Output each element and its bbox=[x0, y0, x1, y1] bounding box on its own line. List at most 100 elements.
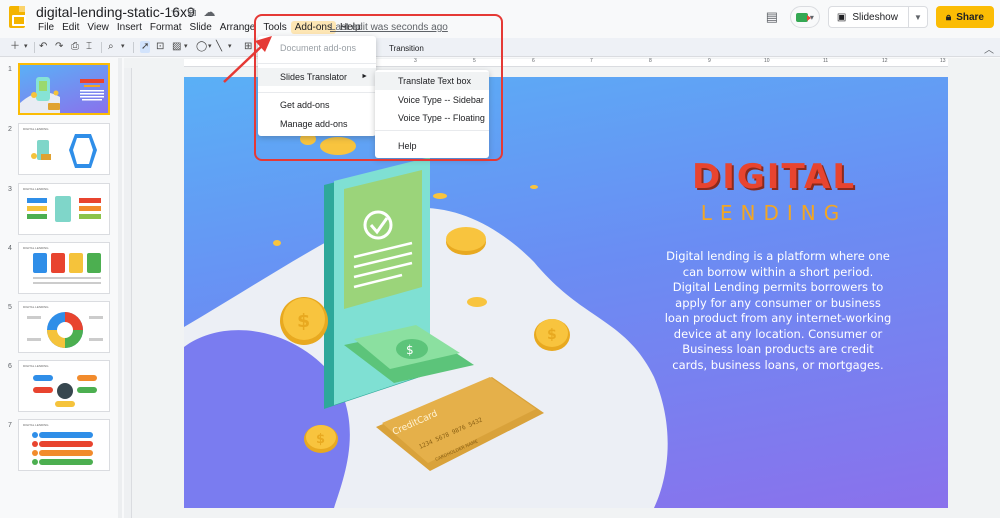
vertical-ruler[interactable] bbox=[124, 68, 132, 518]
menu-item-slides-translator[interactable]: Slides Translator ► bbox=[258, 68, 376, 86]
menu-edit[interactable]: Edit bbox=[58, 21, 83, 34]
money-dollar-text: $ bbox=[406, 343, 414, 357]
slideshow-dropdown-icon[interactable]: ▼ bbox=[909, 13, 927, 22]
coin-dollar-text: $ bbox=[547, 327, 557, 343]
slide-number: 1 bbox=[8, 66, 12, 73]
slide-number: 5 bbox=[8, 304, 12, 311]
menu-view[interactable]: View bbox=[83, 21, 113, 34]
slides-logo-icon[interactable] bbox=[9, 6, 26, 28]
line-icon[interactable]: ╲ bbox=[216, 41, 222, 53]
slide-number: 2 bbox=[8, 126, 12, 133]
comments-icon[interactable]: ▤ bbox=[762, 7, 782, 27]
ruler-tick: 3 bbox=[414, 58, 417, 64]
ruler-tick: 6 bbox=[532, 58, 535, 64]
shape-icon[interactable]: ◯ bbox=[196, 41, 207, 53]
ruler-tick: 7 bbox=[590, 58, 593, 64]
thumbnail-art bbox=[27, 312, 103, 348]
slide-thumbnail[interactable]: DIGITAL LENDING bbox=[18, 301, 110, 353]
shape-dropdown-icon[interactable]: ▾ bbox=[208, 41, 212, 53]
filmstrip-slide[interactable]: 2 DIGITAL LENDING bbox=[0, 122, 122, 180]
filmstrip-slide[interactable]: 3 DIGITAL LENDING bbox=[0, 182, 122, 240]
slide-thumbnail[interactable]: DIGITAL LENDING bbox=[18, 360, 110, 412]
slide-thumbnail[interactable]: DIGITAL LENDING bbox=[18, 123, 110, 175]
print-icon[interactable]: ⎙ bbox=[71, 41, 79, 53]
meet-button[interactable]: ▾ bbox=[789, 6, 820, 28]
menu-divider bbox=[258, 92, 376, 93]
coin-dollar-text: $ bbox=[316, 432, 325, 447]
menu-tools[interactable]: Tools bbox=[259, 21, 290, 34]
menu-item-translate-text-box[interactable]: Translate Text box bbox=[375, 72, 489, 90]
paint-format-icon[interactable]: ⌶ bbox=[86, 41, 92, 53]
filmstrip-slide[interactable]: 7 DIGITAL LENDING bbox=[0, 418, 122, 476]
last-edit-link[interactable]: Last edit was seconds ago bbox=[330, 22, 448, 33]
slide-number: 4 bbox=[8, 245, 12, 252]
meet-camera-icon bbox=[795, 12, 811, 22]
menu-insert[interactable]: Insert bbox=[113, 21, 146, 34]
menu-slide[interactable]: Slide bbox=[186, 21, 216, 34]
slide-thumbnail[interactable]: DIGITAL LENDING bbox=[18, 183, 110, 235]
app-header: digital-lending-static-16x9 ☆ ⧉ ☁ File Edi… bbox=[0, 0, 1000, 38]
filmstrip-scrollbar[interactable] bbox=[118, 58, 122, 518]
cloud-status-icon[interactable]: ☁ bbox=[203, 5, 215, 19]
slide-thumbnail[interactable]: DIGITAL LENDING bbox=[18, 242, 110, 294]
menu-item-help[interactable]: Help bbox=[375, 137, 489, 155]
thumbnail-art bbox=[31, 134, 97, 168]
title-actions: ☆ ⧉ ☁ bbox=[170, 5, 222, 20]
share-button[interactable]: 🔒︎ Share bbox=[935, 6, 994, 28]
menu-item-voice-type-sidebar[interactable]: Voice Type -- Sidebar bbox=[375, 91, 489, 109]
thumbnail-title: DIGITAL LENDING bbox=[23, 127, 49, 131]
line-dropdown-icon[interactable]: ▾ bbox=[228, 41, 232, 53]
menu-arrange[interactable]: Arrange bbox=[216, 21, 260, 34]
redo-icon[interactable]: ↷ bbox=[55, 41, 63, 53]
filmstrip-slide[interactable]: 5 DIGITAL LENDING bbox=[0, 300, 122, 358]
new-slide-dropdown-icon[interactable]: ▾ bbox=[24, 41, 28, 53]
menu-bar: File Edit View Insert Format Slide Arran… bbox=[34, 21, 365, 34]
thumbnail-art bbox=[27, 196, 101, 222]
menu-item-get-add-ons[interactable]: Get add-ons bbox=[258, 96, 376, 114]
ruler-tick: 11 bbox=[823, 58, 829, 64]
slide-title[interactable]: DIGITAL bbox=[674, 157, 874, 197]
slideshow-label: Slideshow bbox=[852, 11, 898, 23]
comment-add-icon[interactable]: ⊞ bbox=[244, 41, 252, 53]
slides-translator-submenu: Translate Text box Voice Type -- Sidebar… bbox=[375, 70, 489, 158]
menu-format[interactable]: Format bbox=[146, 21, 186, 34]
image-dropdown-icon[interactable]: ▾ bbox=[184, 41, 188, 53]
zoom-dropdown-icon[interactable]: ▾ bbox=[121, 41, 125, 53]
slides-app: digital-lending-static-16x9 ☆ ⧉ ☁ File Edi… bbox=[0, 0, 1000, 518]
ruler-tick: 5 bbox=[473, 58, 476, 64]
collapse-toolbar-icon[interactable]: ︿ bbox=[984, 41, 994, 56]
menu-item-voice-type-floating[interactable]: Voice Type -- Floating bbox=[375, 109, 489, 127]
undo-icon[interactable]: ↶ bbox=[39, 41, 47, 53]
filmstrip-slide[interactable]: 6 DIGITAL LENDING bbox=[0, 359, 122, 417]
slide-thumbnail[interactable] bbox=[18, 63, 110, 115]
present-icon: ▣ bbox=[836, 11, 847, 23]
move-folder-icon[interactable]: ⧉ bbox=[188, 5, 197, 19]
thumbnail-art bbox=[33, 253, 101, 284]
thumbnail-title: DIGITAL LENDING bbox=[23, 364, 49, 368]
filmstrip-slide[interactable]: 4 DIGITAL LENDING bbox=[0, 241, 122, 299]
menu-file[interactable]: File bbox=[34, 21, 58, 34]
new-slide-icon[interactable]: ＋ bbox=[10, 41, 20, 53]
slide-subtitle[interactable]: LENDING bbox=[674, 201, 874, 225]
slide-thumbnail[interactable]: DIGITAL LENDING bbox=[18, 419, 110, 471]
filmstrip-slide[interactable]: 1 bbox=[0, 62, 122, 120]
header-actions: ▤ ▾ ▣ Slideshow ▼ 🔒︎ Share bbox=[762, 6, 994, 28]
slide-description[interactable]: Digital lending is a platform where one … bbox=[664, 249, 892, 373]
transition-button[interactable]: Transition bbox=[389, 44, 424, 53]
menu-item-manage-add-ons[interactable]: Manage add-ons bbox=[258, 115, 376, 133]
text-box-icon[interactable]: ⊡ bbox=[156, 41, 164, 53]
slide-canvas[interactable]: $ CreditCard 1234 5678 9876 5432 CARDHOL… bbox=[184, 77, 948, 508]
lock-icon: 🔒︎ bbox=[945, 11, 952, 23]
select-tool-icon[interactable]: ➚ bbox=[140, 41, 151, 53]
thumbnail-title: DIGITAL LENDING bbox=[23, 423, 49, 427]
star-icon[interactable]: ☆ bbox=[170, 5, 181, 19]
slide-number: 3 bbox=[8, 186, 12, 193]
thumbnail-title: DIGITAL LENDING bbox=[23, 305, 49, 309]
add-ons-menu: Document add-ons Slides Translator ► Get… bbox=[258, 36, 376, 136]
image-icon[interactable]: ▨ bbox=[172, 41, 181, 53]
toolbar: ＋ ▾ ↶ ↷ ⎙ ⌶ ⌕ ▾ ➚ ⊡ ▨ ▾ ◯ ▾ ╲ ▾ ⊞ ︿ bbox=[0, 38, 1000, 57]
toolbar-divider bbox=[34, 42, 35, 53]
share-label: Share bbox=[956, 11, 984, 23]
zoom-icon[interactable]: ⌕ bbox=[108, 41, 114, 53]
slideshow-button[interactable]: ▣ Slideshow bbox=[829, 7, 909, 27]
